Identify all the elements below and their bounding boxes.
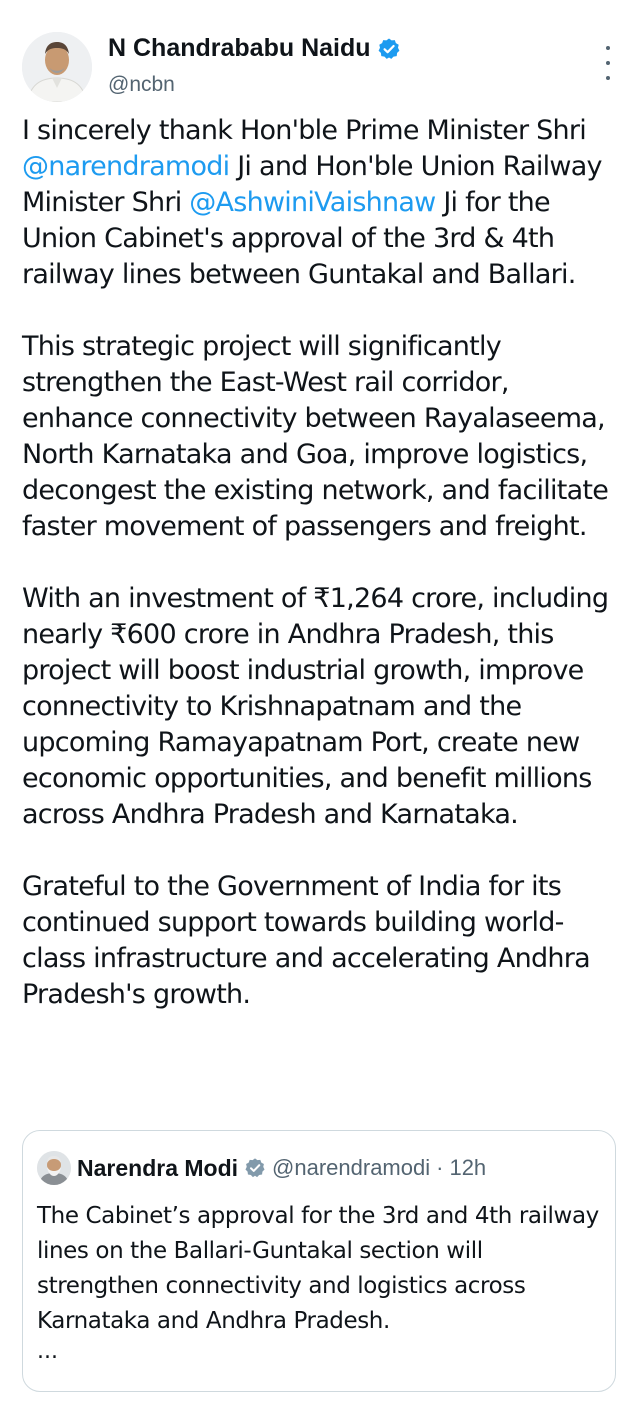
quoted-author-avatar[interactable] (37, 1151, 71, 1185)
quoted-tweet[interactable]: Narendra Modi @narendramodi · 12h The Ca… (22, 1130, 616, 1392)
tweet-text-segment: This strategic project will significantl… (22, 331, 609, 542)
tweet-text-segment: Grateful to the Government of India for … (22, 871, 591, 1010)
more-dot (606, 46, 610, 50)
user-avatar-icon (22, 32, 92, 102)
tweet-paragraph: This strategic project will significantl… (22, 329, 622, 545)
author-avatar[interactable] (22, 32, 92, 102)
author-handle[interactable]: @ncbn (108, 73, 175, 97)
author-display-name[interactable]: N Chandrababu Naidu (108, 34, 371, 63)
tweet-header: N Chandrababu Naidu @ncbn (22, 26, 622, 106)
quoted-tweet-timestamp[interactable]: 12h (449, 1155, 486, 1181)
tweet-text-segment: With an investment of ₹1,264 crore, incl… (22, 583, 609, 830)
separator-dot: · (436, 1155, 444, 1180)
tweet-paragraph: With an investment of ₹1,264 crore, incl… (22, 581, 622, 833)
quoted-tweet-text: The Cabinet’s approval for the 3rd and 4… (37, 1199, 603, 1339)
more-dot (606, 76, 610, 80)
mention-link[interactable]: @AshwiniVaishnaw (189, 187, 436, 218)
tweet-paragraph: I sincerely thank Hon'ble Prime Minister… (22, 113, 622, 293)
user-avatar-icon (37, 1151, 71, 1185)
author-name-row: N Chandrababu Naidu (108, 34, 401, 63)
tweet-text: I sincerely thank Hon'ble Prime Minister… (22, 113, 622, 1013)
quoted-author-name[interactable]: Narendra Modi (77, 1155, 238, 1182)
verified-badge-icon (245, 1158, 265, 1178)
quoted-author-handle[interactable]: @narendramodi (272, 1155, 430, 1181)
verified-badge-icon (378, 38, 399, 59)
quoted-tweet-truncation: ... (37, 1339, 58, 1364)
more-options-icon[interactable] (600, 46, 616, 80)
mention-link[interactable]: @narendramodi (22, 151, 230, 182)
tweet-paragraph: Grateful to the Government of India for … (22, 869, 622, 1013)
quoted-tweet-header: Narendra Modi @narendramodi · 12h (37, 1151, 486, 1185)
tweet-text-segment: I sincerely thank Hon'ble Prime Minister… (22, 115, 587, 146)
more-dot (606, 61, 610, 65)
tweet: N Chandrababu Naidu @ncbn I sincerely th… (0, 0, 640, 1411)
quoted-tweet-body: The Cabinet’s approval for the 3rd and 4… (37, 1203, 599, 1334)
